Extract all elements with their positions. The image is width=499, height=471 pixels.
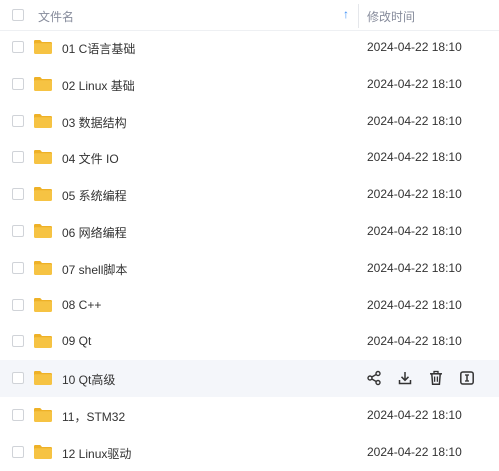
row-checkbox[interactable] (12, 114, 24, 127)
row-checkbox[interactable] (12, 335, 24, 348)
file-row[interactable]: 07 shell脚本 2024-04-22 18:10 (0, 250, 499, 287)
column-header-name[interactable]: 文件名 (38, 8, 74, 25)
modified-time: 2024-04-22 18:10 (367, 76, 462, 91)
file-row[interactable]: 08 C++ 2024-04-22 18:10 (0, 287, 499, 324)
column-divider (358, 4, 359, 28)
folder-icon (33, 39, 53, 55)
file-row[interactable]: 03 数据结构 2024-04-22 18:10 (0, 103, 499, 140)
file-list-header: 文件名 ↑ 修改时间 (0, 0, 499, 30)
modified-time: 2024-04-22 18:10 (367, 113, 462, 128)
modified-time: 2024-04-22 18:10 (367, 444, 462, 459)
row-checkbox[interactable] (12, 77, 24, 90)
download-icon[interactable] (397, 370, 413, 386)
row-checkbox[interactable] (12, 298, 24, 311)
modified-time: 2024-04-22 18:10 (367, 223, 462, 238)
folder-icon (33, 407, 53, 423)
folder-icon (33, 186, 53, 202)
share-icon[interactable] (366, 370, 382, 386)
modified-time: 2024-04-22 18:10 (367, 40, 462, 54)
file-name[interactable]: 09 Qt (62, 334, 91, 348)
file-row[interactable]: 01 C语言基础 2024-04-22 18:10 (0, 29, 499, 66)
row-checkbox[interactable] (12, 224, 24, 237)
file-row[interactable]: 04 文件 IO 2024-04-22 18:10 (0, 139, 499, 176)
file-name[interactable]: 10 Qt高级 (62, 371, 115, 388)
file-name[interactable]: 01 C语言基础 (62, 40, 135, 57)
file-name[interactable]: 03 数据结构 (62, 114, 127, 131)
file-row[interactable]: 12 Linux驱动 2024-04-22 18:10 (0, 434, 499, 471)
folder-icon (33, 223, 53, 239)
delete-icon[interactable] (428, 370, 444, 386)
row-checkbox[interactable] (12, 372, 24, 385)
folder-icon (33, 370, 53, 386)
file-row[interactable]: 11，STM32 2024-04-22 18:10 (0, 397, 499, 434)
modified-time: 2024-04-22 18:10 (367, 407, 462, 422)
file-name[interactable]: 05 系统编程 (62, 187, 127, 204)
select-all-checkbox[interactable] (12, 9, 24, 21)
modified-time: 2024-04-22 18:10 (367, 260, 462, 275)
file-name[interactable]: 11，STM32 (62, 408, 125, 425)
arrow-up-icon[interactable]: ↑ (343, 7, 349, 21)
file-list: 01 C语言基础 2024-04-22 18:10 02 Linux 基础 20… (0, 29, 499, 471)
file-row[interactable]: 05 系统编程 2024-04-22 18:10 (0, 176, 499, 213)
row-checkbox[interactable] (12, 445, 24, 458)
modified-time: 2024-04-22 18:10 (367, 297, 462, 312)
row-checkbox[interactable] (12, 41, 24, 53)
modified-time: 2024-04-22 18:10 (367, 150, 462, 165)
file-name[interactable]: 04 文件 IO (62, 150, 119, 167)
row-checkbox[interactable] (12, 151, 24, 164)
file-row[interactable]: 09 Qt 2024-04-22 18:10 (0, 323, 499, 360)
file-row[interactable]: 06 网络编程 2024-04-22 18:10 (0, 213, 499, 250)
folder-icon (33, 76, 53, 92)
rename-icon[interactable] (459, 370, 475, 386)
modified-time: 2024-04-22 18:10 (367, 334, 462, 349)
file-name[interactable]: 12 Linux驱动 (62, 445, 131, 462)
folder-icon (33, 333, 53, 349)
file-row-hovered[interactable]: 10 Qt高级 (0, 360, 499, 397)
modified-time: 2024-04-22 18:10 (367, 187, 462, 202)
folder-icon (33, 297, 53, 313)
column-header-modified[interactable]: 修改时间 (367, 8, 415, 25)
row-checkbox[interactable] (12, 261, 24, 274)
folder-icon (33, 149, 53, 165)
file-name[interactable]: 08 C++ (62, 298, 101, 312)
folder-icon (33, 113, 53, 129)
row-checkbox[interactable] (12, 408, 24, 421)
file-name[interactable]: 07 shell脚本 (62, 261, 127, 278)
row-checkbox[interactable] (12, 188, 24, 201)
folder-icon (33, 444, 53, 460)
file-row[interactable]: 02 Linux 基础 2024-04-22 18:10 (0, 66, 499, 103)
file-name[interactable]: 06 网络编程 (62, 224, 127, 241)
file-name[interactable]: 02 Linux 基础 (62, 77, 135, 94)
folder-icon (33, 260, 53, 276)
file-list-page: 文件名 ↑ 修改时间 01 C语言基础 2024-04-22 18:10 02 … (0, 0, 499, 470)
